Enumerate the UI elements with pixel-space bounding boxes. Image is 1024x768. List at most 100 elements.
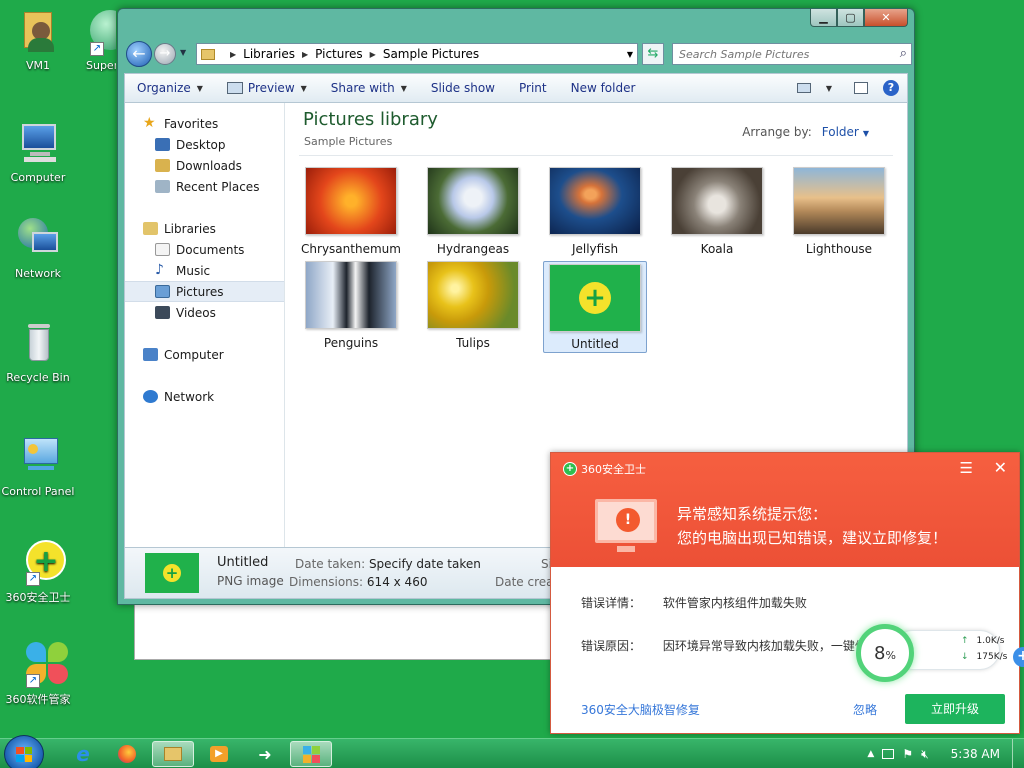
- taskbar-app[interactable]: ➜: [244, 741, 286, 767]
- error-detail-label: 错误详情：: [581, 596, 642, 610]
- close-button[interactable]: ✕: [864, 9, 908, 27]
- explorer-folder-icon: [164, 747, 182, 761]
- search-icon[interactable]: ⌕: [900, 46, 907, 61]
- thumbnail-image: [793, 167, 885, 235]
- nav-downloads[interactable]: Downloads: [125, 155, 284, 176]
- thumbnail-lighthouse[interactable]: Lighthouse: [787, 167, 891, 259]
- maximize-button[interactable]: ▢: [837, 9, 864, 27]
- show-hidden-icons-icon[interactable]: ▲: [867, 749, 874, 759]
- thumbnail-jellyfish[interactable]: Jellyfish: [543, 167, 647, 259]
- arrange-by-value[interactable]: Folder: [822, 125, 859, 139]
- thumbnail-chrysanthemum[interactable]: Chrysanthemum: [299, 167, 403, 259]
- chevron-down-icon[interactable]: ▼: [863, 129, 869, 138]
- back-button[interactable]: ←: [126, 41, 152, 67]
- thumbnail-penguins[interactable]: Penguins: [299, 261, 403, 353]
- upgrade-now-button[interactable]: 立即升级: [905, 694, 1005, 724]
- library-subtitle: Sample Pictures: [304, 135, 393, 148]
- search-input[interactable]: [673, 44, 883, 64]
- thumbnail-hydrangeas[interactable]: Hydrangeas: [421, 167, 525, 259]
- thumbnail-image: [671, 167, 763, 235]
- chevron-right-icon: ▶: [230, 49, 237, 59]
- taskbar-firefox[interactable]: [106, 741, 148, 767]
- desktop-icon-super[interactable]: ↗ Super: [68, 8, 116, 72]
- music-note-icon: ♪: [155, 262, 164, 278]
- arrange-by: Arrange by: Folder ▼: [742, 125, 869, 139]
- desktop-icon-control-panel[interactable]: Control Panel: [0, 434, 78, 498]
- organize-menu[interactable]: Organize ▼: [125, 81, 215, 95]
- nav-documents[interactable]: Documents: [125, 239, 284, 260]
- nav-libraries[interactable]: Libraries: [125, 218, 284, 239]
- minimize-button[interactable]: ▁: [810, 9, 837, 27]
- view-options-dropdown-icon[interactable]: ▼: [826, 84, 832, 93]
- network-tray-icon[interactable]: [882, 749, 895, 759]
- desktop-icon-vm1[interactable]: VM1: [0, 8, 78, 72]
- thumbnail-image: +: [549, 264, 641, 332]
- breadcrumb-libraries[interactable]: Libraries: [243, 47, 295, 61]
- chevron-right-icon: ▶: [369, 49, 376, 59]
- print-button[interactable]: Print: [507, 81, 559, 95]
- start-button[interactable]: [4, 735, 44, 768]
- show-desktop-button[interactable]: [1012, 739, 1024, 768]
- preview-menu[interactable]: Preview ▼: [215, 81, 319, 95]
- nav-desktop[interactable]: Desktop: [125, 134, 284, 155]
- detail-key: Dimensions:: [289, 575, 364, 589]
- download-speed-value: 175K/s: [976, 652, 1008, 662]
- popup-header: + 360安全卫士 ☰ ✕ ! 异常感知系统提示您： 您的电脑出现已知错误，建议…: [551, 453, 1019, 567]
- nav-favorites[interactable]: ★ Favorites: [125, 113, 284, 134]
- address-bar[interactable]: ▶ Libraries ▶ Pictures ▶ Sample Pictures…: [196, 43, 638, 65]
- share-with-menu[interactable]: Share with ▼: [319, 81, 419, 95]
- nav-recent-places[interactable]: Recent Places: [125, 176, 284, 197]
- forward-button[interactable]: →: [154, 43, 176, 65]
- star-icon: ★: [143, 115, 156, 131]
- flag-tray-icon[interactable]: ⚑: [902, 747, 913, 761]
- taskbar-explorer[interactable]: [152, 741, 194, 767]
- refresh-button[interactable]: ⇆: [642, 43, 664, 65]
- desktop-icon-label: Super: [86, 59, 116, 72]
- accelerator-ball[interactable]: ↑ 1.0K/s ↓ 175K/s + 8%: [856, 624, 1024, 684]
- help-icon[interactable]: ?: [883, 80, 899, 96]
- memory-usage-ball[interactable]: 8%: [856, 624, 914, 682]
- menu-icon[interactable]: ☰: [960, 459, 973, 477]
- recent-pages-dropdown-icon[interactable]: ▼: [180, 48, 186, 57]
- new-folder-button[interactable]: New folder: [559, 81, 648, 95]
- address-dropdown-icon[interactable]: ▼: [627, 50, 633, 59]
- details-file-name: Untitled: [217, 555, 269, 570]
- libraries-icon: [143, 222, 158, 235]
- close-icon[interactable]: ✕: [994, 458, 1007, 477]
- taskbar-media-player[interactable]: ▶: [198, 741, 240, 767]
- smart-repair-link[interactable]: 360安全大脑极智修复: [581, 701, 700, 718]
- desktop-icon-360-safe[interactable]: + ↗ 360安全卫士: [0, 538, 78, 605]
- nav-videos[interactable]: Videos: [125, 302, 284, 323]
- thumbnail-tulips[interactable]: Tulips: [421, 261, 525, 353]
- desktop-icon-360-software[interactable]: ↗ 360软件管家: [0, 640, 78, 707]
- error-detail-value: 软件管家内核组件加载失败: [662, 596, 807, 610]
- thumbnail-koala[interactable]: Koala: [665, 167, 769, 259]
- detail-value[interactable]: Specify date taken: [369, 557, 481, 571]
- taskbar-clock[interactable]: 5:38 AM: [951, 747, 1000, 761]
- thumbnail-untitled[interactable]: + Untitled: [543, 261, 647, 353]
- command-bar: Organize ▼ Preview ▼ Share with ▼ Slide sho…: [124, 73, 908, 103]
- desktop-icon-computer[interactable]: Computer: [0, 120, 78, 184]
- breadcrumb-sample-pictures[interactable]: Sample Pictures: [383, 47, 479, 61]
- desktop-icon-network[interactable]: Network: [0, 216, 78, 280]
- taskbar-internet-explorer[interactable]: e: [62, 741, 104, 767]
- nav-music[interactable]: ♪ Music: [125, 260, 284, 281]
- 360-software-manager-icon: [302, 745, 320, 763]
- change-view-icon[interactable]: [796, 83, 811, 93]
- computer-icon: [143, 348, 158, 361]
- nav-network[interactable]: Network: [125, 386, 284, 407]
- slide-show-button[interactable]: Slide show: [419, 81, 507, 95]
- volume-muted-icon[interactable]: 🔇︎: [921, 747, 929, 762]
- desktop-icon-recycle-bin[interactable]: Recycle Bin: [0, 320, 78, 384]
- chevron-down-icon: ▼: [196, 83, 203, 93]
- nav-pictures[interactable]: Pictures: [125, 281, 284, 302]
- chevron-right-icon: ▶: [301, 49, 309, 59]
- nav-computer[interactable]: Computer: [125, 344, 284, 365]
- ignore-button[interactable]: 忽略: [853, 701, 877, 718]
- taskbar-360-software-manager[interactable]: [290, 741, 332, 767]
- plus-icon: +: [163, 564, 181, 582]
- preview-pane-icon[interactable]: [854, 82, 868, 94]
- breadcrumb-pictures[interactable]: Pictures: [315, 47, 363, 61]
- system-tray: ▲ ⚑ 🔇︎ 5:38 AM: [867, 739, 1024, 768]
- desktop-icon-label: Network: [15, 267, 61, 280]
